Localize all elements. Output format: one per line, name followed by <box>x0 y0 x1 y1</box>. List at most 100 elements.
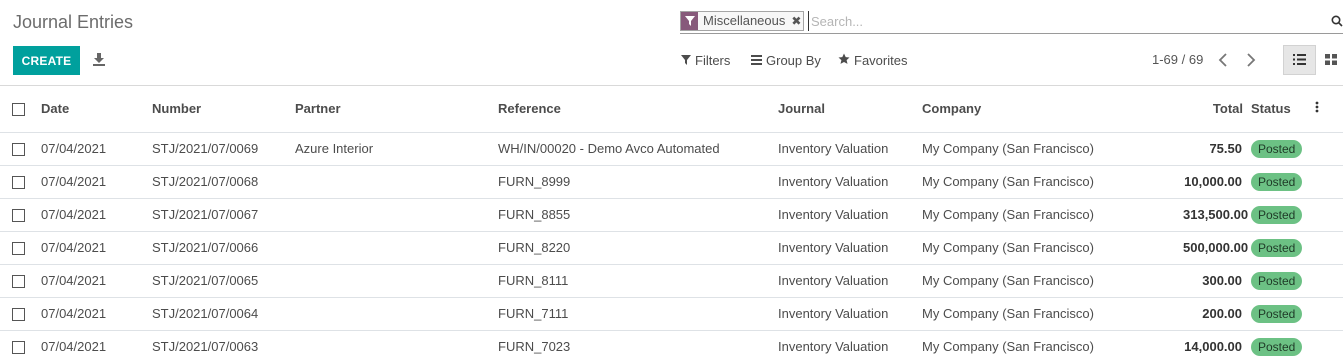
cell-company: My Company (San Francisco) <box>922 306 1094 321</box>
cell-partner <box>295 165 498 198</box>
cell-total: 14,000.00 <box>1184 339 1242 354</box>
cell-total: 200.00 <box>1202 306 1242 321</box>
cell-number: STJ/2021/07/0068 <box>152 174 259 189</box>
cell-date: 07/04/2021 <box>41 273 107 288</box>
column-header-total[interactable]: Total <box>1183 86 1251 133</box>
row-checkbox[interactable] <box>12 275 25 289</box>
list-icon <box>751 53 762 68</box>
row-checkbox[interactable] <box>12 341 25 355</box>
cell-partner <box>295 330 498 363</box>
create-button[interactable]: CREATE <box>13 46 80 75</box>
status-badge: Posted <box>1251 337 1303 356</box>
favorites-button[interactable]: Favorites <box>838 53 907 68</box>
cell-journal: Inventory Valuation <box>778 174 889 189</box>
select-all-checkbox[interactable] <box>12 103 25 117</box>
table-row[interactable]: 07/04/2021 STJ/2021/07/0065 FURN_8111 Inven… <box>0 264 1343 297</box>
row-checkbox[interactable] <box>12 143 25 157</box>
cell-reference: FURN_8999 <box>498 174 571 189</box>
page-title: Journal Entries <box>13 12 134 32</box>
row-checkbox[interactable] <box>12 176 25 190</box>
favorites-label: Favorites <box>854 53 908 68</box>
cell-date: 07/04/2021 <box>41 306 107 321</box>
row-checkbox[interactable] <box>12 308 25 322</box>
status-badge: Posted <box>1251 139 1303 158</box>
search-icon[interactable] <box>1331 15 1343 27</box>
cell-reference: FURN_7023 <box>498 339 571 354</box>
cell-number: STJ/2021/07/0064 <box>152 306 259 321</box>
table-row[interactable]: 07/04/2021 STJ/2021/07/0067 FURN_8855 Inven… <box>0 198 1343 231</box>
row-checkbox[interactable] <box>12 209 25 223</box>
search-input[interactable] <box>808 11 1308 31</box>
cell-company: My Company (San Francisco) <box>922 339 1094 354</box>
cell-reference: FURN_7111 <box>498 306 569 321</box>
pager-value[interactable]: 1-69 / 69 <box>1152 52 1203 67</box>
cell-partner <box>295 264 498 297</box>
cell-total: 313,500.00 <box>1183 207 1249 222</box>
search-facet: Miscellaneous ✖ <box>680 11 805 31</box>
facet-remove-icon[interactable]: ✖ <box>789 12 803 30</box>
table-row[interactable]: 07/04/2021 STJ/2021/07/0064 FURN_7111 Inven… <box>0 297 1343 330</box>
cell-total: 300.00 <box>1202 273 1242 288</box>
filter-icon <box>681 12 698 30</box>
status-badge: Posted <box>1251 271 1303 290</box>
chevron-left-icon[interactable] <box>1218 53 1230 67</box>
cell-journal: Inventory Valuation <box>778 339 889 354</box>
cell-company: My Company (San Francisco) <box>922 141 1094 156</box>
cell-total: 75.50 <box>1209 141 1242 156</box>
cell-partner <box>295 231 498 264</box>
download-icon[interactable] <box>92 52 108 68</box>
cell-number: STJ/2021/07/0065 <box>152 273 259 288</box>
table-row[interactable]: 07/04/2021 STJ/2021/07/0069 Azure Interior… <box>0 132 1343 165</box>
cell-reference: FURN_8855 <box>498 207 571 222</box>
cell-number: STJ/2021/07/0067 <box>152 207 259 222</box>
status-badge: Posted <box>1251 304 1303 323</box>
cell-reference: WH/IN/00020 - Demo Avco Automated <box>498 141 720 156</box>
status-badge: Posted <box>1251 238 1303 257</box>
table-row[interactable]: 07/04/2021 STJ/2021/07/0063 FURN_7023 Inven… <box>0 330 1343 363</box>
column-header-date[interactable]: Date <box>41 86 152 133</box>
column-header-reference[interactable]: Reference <box>498 86 778 133</box>
cell-date: 07/04/2021 <box>41 174 107 189</box>
cell-company: My Company (San Francisco) <box>922 273 1094 288</box>
kanban-view-icon <box>1324 53 1337 68</box>
list-view-button[interactable] <box>1283 45 1316 75</box>
cell-journal: Inventory Valuation <box>778 273 889 288</box>
column-header-status[interactable]: Status <box>1251 101 1311 116</box>
cell-date: 07/04/2021 <box>41 207 107 222</box>
status-badge: Posted <box>1251 172 1303 191</box>
cell-date: 07/04/2021 <box>41 240 107 255</box>
filter-icon <box>681 53 691 68</box>
journal-entries-table: Date Number Partner Reference Journal Co… <box>0 86 1343 363</box>
cell-partner <box>295 297 498 330</box>
control-panel: Journal Entries CREATE Miscellaneous ✖ F… <box>0 0 1343 86</box>
star-icon <box>838 53 850 68</box>
table-header-row: Date Number Partner Reference Journal Co… <box>0 86 1343 133</box>
cell-reference: FURN_8220 <box>498 240 571 255</box>
cell-partner: Azure Interior <box>295 141 374 156</box>
group-by-button[interactable]: Group By <box>751 53 821 68</box>
cell-company: My Company (San Francisco) <box>922 207 1094 222</box>
cell-date: 07/04/2021 <box>41 141 107 156</box>
cell-number: STJ/2021/07/0069 <box>152 141 259 156</box>
column-header-company[interactable]: Company <box>922 86 1119 133</box>
list-view-icon <box>1293 53 1306 68</box>
cell-company: My Company (San Francisco) <box>922 240 1094 255</box>
chevron-right-icon[interactable] <box>1246 53 1258 67</box>
cell-partner <box>295 198 498 231</box>
table-row[interactable]: 07/04/2021 STJ/2021/07/0068 FURN_8999 Inven… <box>0 165 1343 198</box>
row-checkbox[interactable] <box>12 242 25 256</box>
kanban-view-button[interactable] <box>1318 45 1343 75</box>
column-header-number[interactable]: Number <box>152 86 295 133</box>
table-row[interactable]: 07/04/2021 STJ/2021/07/0066 FURN_8220 Inven… <box>0 231 1343 264</box>
cell-journal: Inventory Valuation <box>778 207 889 222</box>
cell-company: My Company (San Francisco) <box>922 174 1094 189</box>
column-header-partner[interactable]: Partner <box>295 86 498 133</box>
column-header-journal[interactable]: Journal <box>778 86 922 133</box>
cell-journal: Inventory Valuation <box>778 240 889 255</box>
cell-total: 10,000.00 <box>1184 174 1242 189</box>
group-by-label: Group By <box>766 53 821 68</box>
cell-number: STJ/2021/07/0066 <box>152 240 259 255</box>
status-badge: Posted <box>1251 205 1303 224</box>
kebab-icon[interactable] <box>1315 101 1319 116</box>
filters-button[interactable]: Filters <box>681 53 730 68</box>
